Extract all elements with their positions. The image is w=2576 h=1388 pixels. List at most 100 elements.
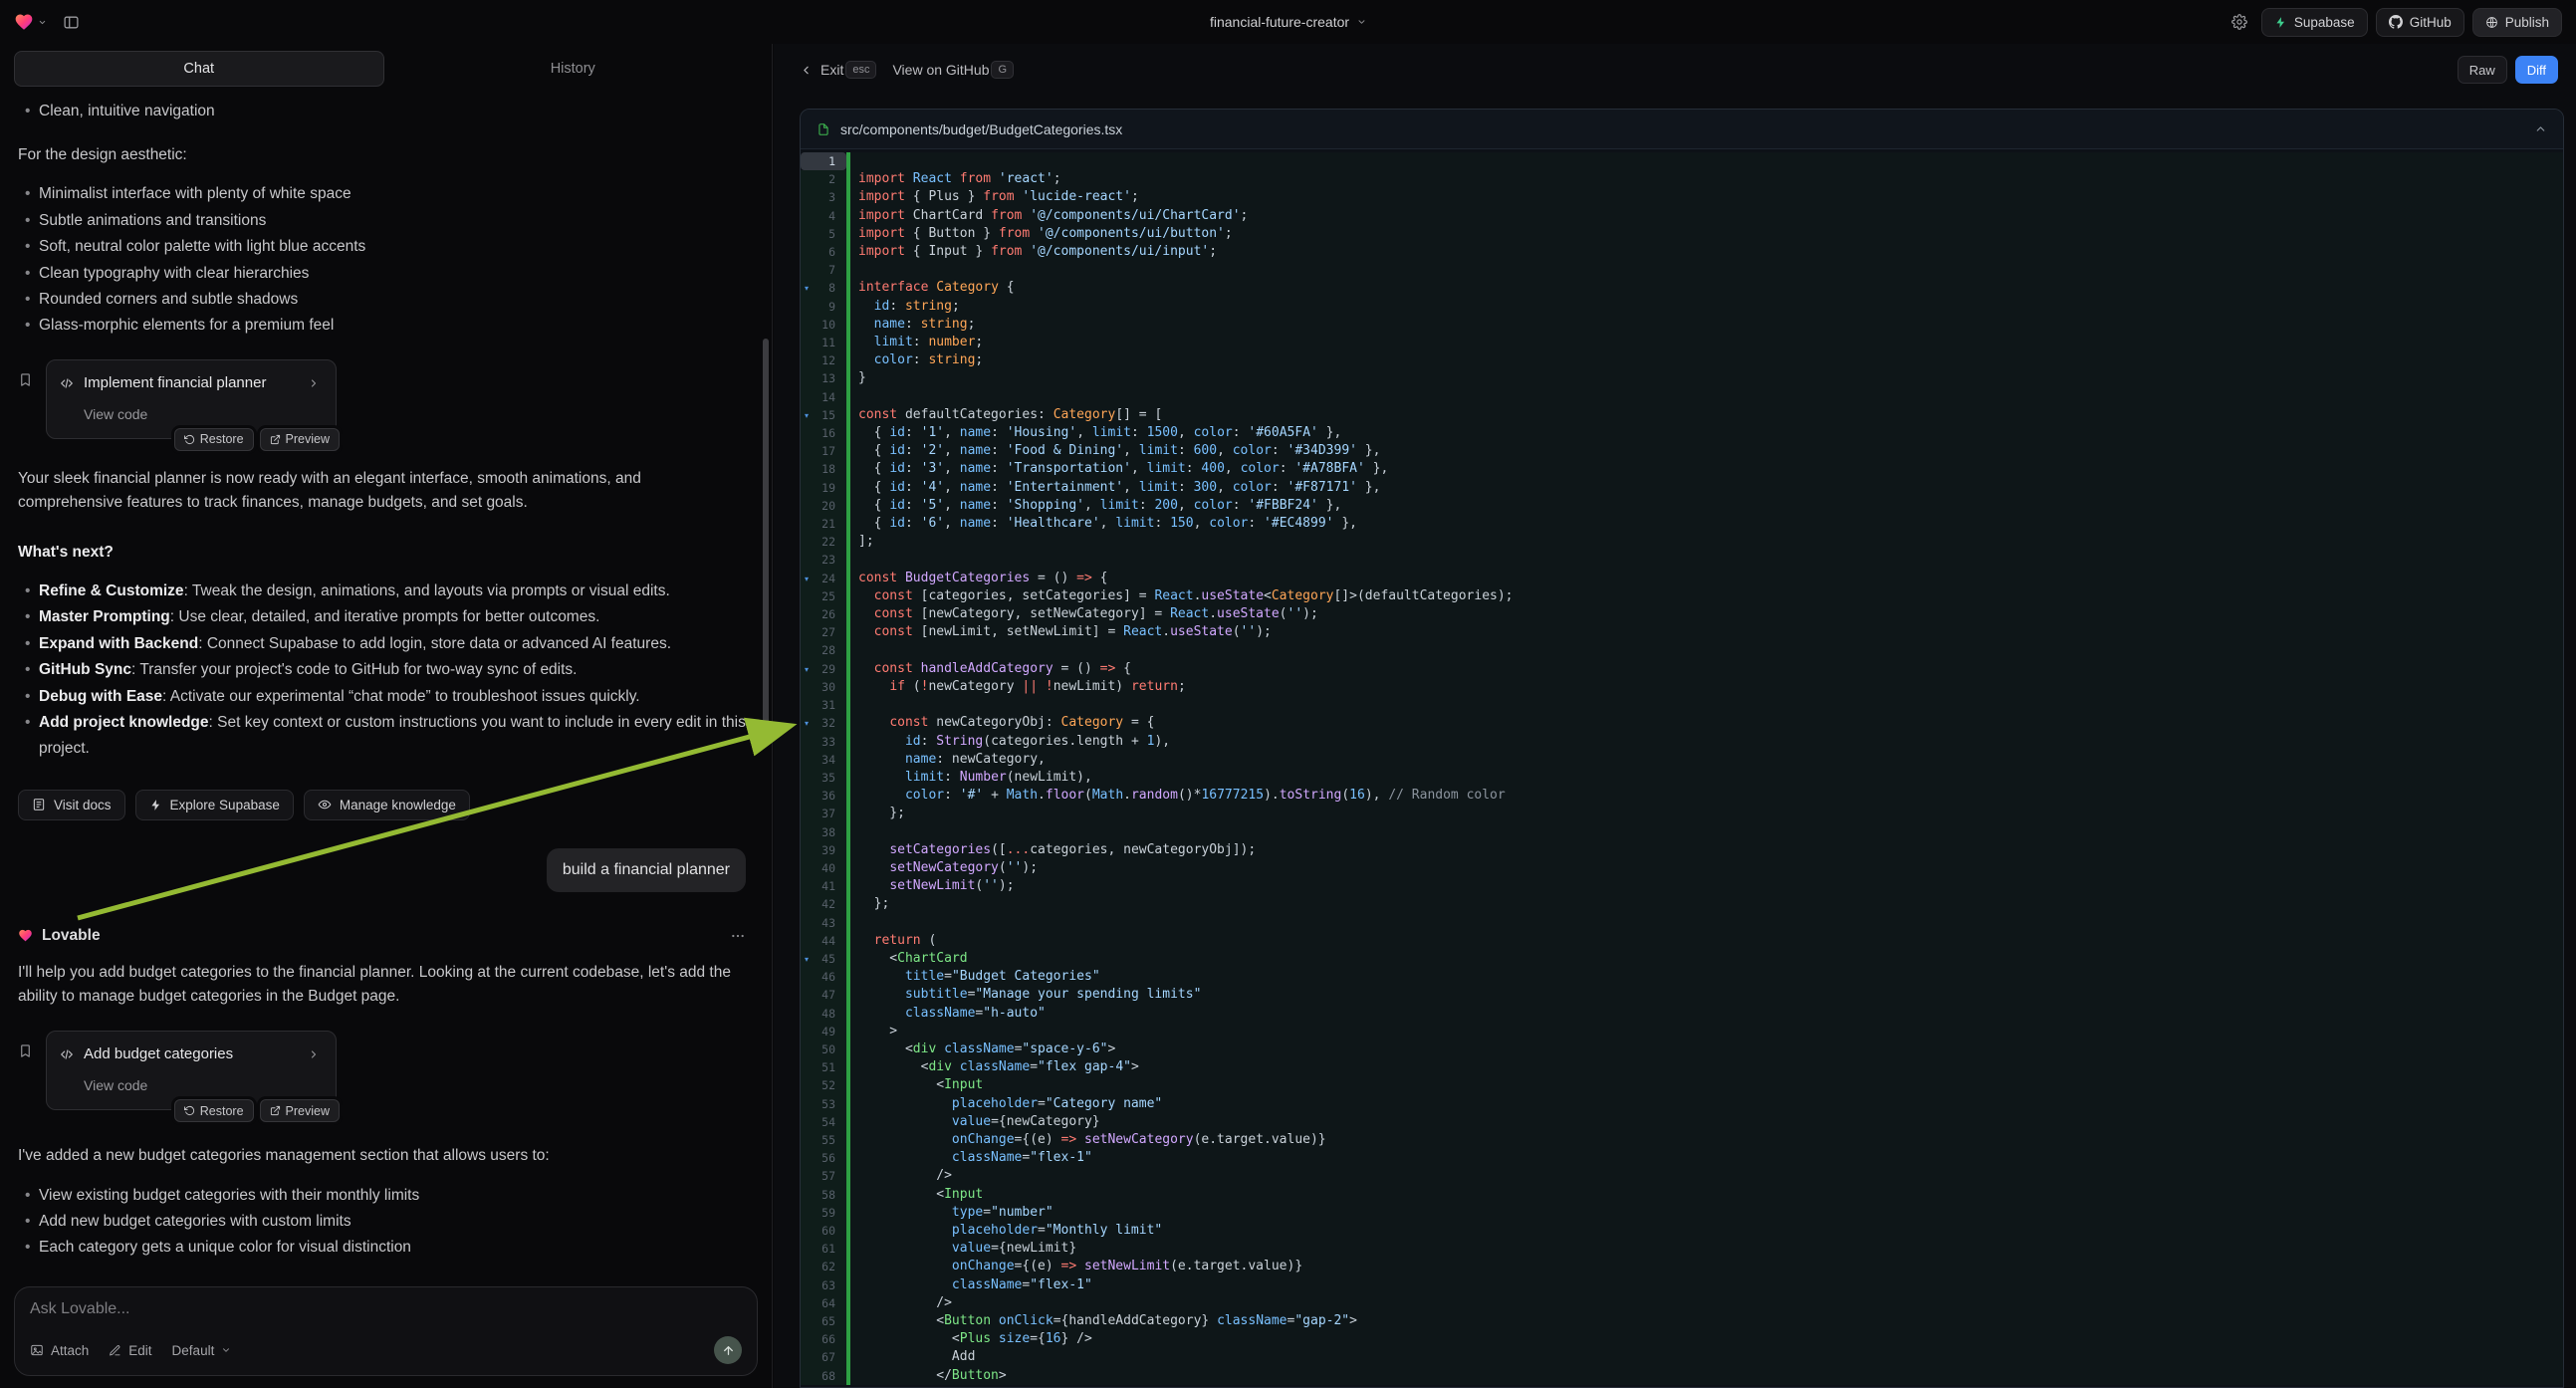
line-number[interactable]: 7 <box>801 261 846 279</box>
fold-chevron-icon[interactable]: ▾ <box>805 571 809 588</box>
exit-button[interactable]: Exit <box>800 62 843 78</box>
line-number[interactable]: 53 <box>801 1095 846 1113</box>
line-number[interactable]: ▾29 <box>801 660 846 678</box>
line-number[interactable]: 41 <box>801 877 846 895</box>
line-number[interactable]: 30 <box>801 678 846 696</box>
collapse-file-button[interactable] <box>2534 122 2547 135</box>
tab-chat[interactable]: Chat <box>14 51 384 87</box>
fold-chevron-icon[interactable]: ▾ <box>805 407 809 425</box>
line-number[interactable]: 33 <box>801 733 846 751</box>
line-number[interactable]: 47 <box>801 986 846 1004</box>
view-code-link[interactable]: View code <box>84 402 320 426</box>
line-number[interactable]: 2 <box>801 170 846 188</box>
line-number[interactable]: 23 <box>801 551 846 569</box>
chat-scrollbar[interactable] <box>763 339 769 743</box>
line-number[interactable]: 49 <box>801 1023 846 1041</box>
line-number[interactable]: 60 <box>801 1222 846 1240</box>
supabase-button[interactable]: Supabase <box>2261 8 2368 37</box>
line-number[interactable]: ▾15 <box>801 406 846 424</box>
line-number[interactable]: 66 <box>801 1330 846 1348</box>
line-number[interactable]: 50 <box>801 1041 846 1058</box>
line-number[interactable]: 57 <box>801 1167 846 1185</box>
chat-messages[interactable]: Clean, intuitive navigation For the desi… <box>0 91 772 1276</box>
line-number[interactable]: 37 <box>801 805 846 822</box>
message-options-button[interactable] <box>730 928 746 944</box>
version-card-implement-planner[interactable]: Implement financial planner View code Re… <box>46 359 337 439</box>
line-number[interactable]: 22 <box>801 533 846 551</box>
send-button[interactable] <box>714 1336 742 1364</box>
line-number[interactable]: 62 <box>801 1258 846 1275</box>
line-number[interactable]: 65 <box>801 1312 846 1330</box>
line-number[interactable]: 27 <box>801 623 846 641</box>
line-number[interactable]: 18 <box>801 460 846 478</box>
line-number[interactable]: 28 <box>801 641 846 659</box>
diff-button[interactable]: Diff <box>2515 56 2558 84</box>
code-editor[interactable]: 1​2import React from 'react';3import { P… <box>801 149 2563 1387</box>
github-button[interactable]: GitHub <box>2376 8 2464 37</box>
line-number[interactable]: 38 <box>801 823 846 841</box>
preview-button[interactable]: Preview <box>260 428 340 451</box>
line-number[interactable]: 68 <box>801 1367 846 1385</box>
line-number[interactable]: 5 <box>801 225 846 243</box>
line-number[interactable]: 48 <box>801 1005 846 1023</box>
line-number[interactable]: 17 <box>801 442 846 460</box>
line-number[interactable]: 21 <box>801 515 846 533</box>
line-number[interactable]: 44 <box>801 932 846 950</box>
line-number[interactable]: 6 <box>801 243 846 261</box>
fold-chevron-icon[interactable]: ▾ <box>805 715 809 733</box>
line-number[interactable]: 12 <box>801 351 846 369</box>
view-on-github-button[interactable]: View on GitHub <box>892 62 989 78</box>
line-number[interactable]: 16 <box>801 424 846 442</box>
explore-supabase-button[interactable]: Explore Supabase <box>135 790 294 820</box>
line-number[interactable]: 64 <box>801 1294 846 1312</box>
line-number[interactable]: 20 <box>801 497 846 515</box>
line-number[interactable]: 35 <box>801 769 846 787</box>
line-number[interactable]: 63 <box>801 1276 846 1294</box>
line-number[interactable]: 31 <box>801 696 846 714</box>
line-number[interactable]: 58 <box>801 1186 846 1204</box>
tab-history[interactable]: History <box>388 51 759 87</box>
bookmark-icon[interactable] <box>18 1043 33 1058</box>
line-number[interactable]: 51 <box>801 1058 846 1076</box>
chat-mode-select[interactable]: Default <box>172 1343 232 1358</box>
line-number[interactable]: 54 <box>801 1113 846 1131</box>
line-number[interactable]: 34 <box>801 751 846 769</box>
line-number[interactable]: 67 <box>801 1348 846 1366</box>
line-number[interactable]: 52 <box>801 1076 846 1094</box>
line-number[interactable]: 14 <box>801 388 846 406</box>
raw-button[interactable]: Raw <box>2458 56 2507 84</box>
line-number[interactable]: ▾32 <box>801 714 846 732</box>
settings-button[interactable] <box>2225 8 2253 36</box>
bookmark-icon[interactable] <box>18 372 33 387</box>
edit-button[interactable]: Edit <box>109 1343 151 1358</box>
line-number[interactable]: ▾8 <box>801 279 846 297</box>
line-number[interactable]: 43 <box>801 914 846 932</box>
fold-chevron-icon[interactable]: ▾ <box>805 661 809 679</box>
file-header[interactable]: src/components/budget/BudgetCategories.t… <box>801 110 2563 149</box>
line-number[interactable]: 25 <box>801 587 846 605</box>
line-number[interactable]: 9 <box>801 298 846 316</box>
preview-button[interactable]: Preview <box>260 1099 340 1122</box>
line-number[interactable]: 36 <box>801 787 846 805</box>
visit-docs-button[interactable]: Visit docs <box>18 790 125 820</box>
line-number[interactable]: 11 <box>801 334 846 351</box>
line-number[interactable]: 61 <box>801 1240 846 1258</box>
line-number[interactable]: 46 <box>801 968 846 986</box>
line-number[interactable]: 59 <box>801 1204 846 1222</box>
line-number[interactable]: ▾24 <box>801 570 846 587</box>
line-number[interactable]: 13 <box>801 369 846 387</box>
lovable-logo[interactable] <box>14 12 47 32</box>
restore-button[interactable]: Restore <box>174 1099 254 1122</box>
line-number[interactable]: 56 <box>801 1149 846 1167</box>
line-number[interactable]: 1 <box>801 152 846 170</box>
line-number[interactable]: ▾45 <box>801 950 846 968</box>
restore-button[interactable]: Restore <box>174 428 254 451</box>
line-number[interactable]: 26 <box>801 605 846 623</box>
fold-chevron-icon[interactable]: ▾ <box>805 951 809 969</box>
manage-knowledge-button[interactable]: Manage knowledge <box>304 790 470 820</box>
attach-button[interactable]: Attach <box>30 1343 89 1358</box>
line-number[interactable]: 42 <box>801 895 846 913</box>
line-number[interactable]: 4 <box>801 207 846 225</box>
toggle-sidebar-button[interactable] <box>57 8 85 36</box>
line-number[interactable]: 39 <box>801 841 846 859</box>
